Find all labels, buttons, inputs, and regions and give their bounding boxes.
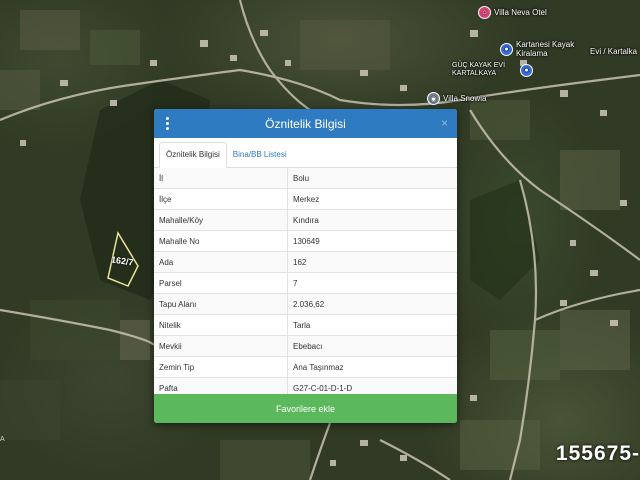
row-key: Zemin Tip — [154, 356, 288, 378]
table-row: Mevkii Ebebacı — [154, 335, 457, 357]
row-value: 2.036,62 — [287, 293, 457, 315]
attribute-info-dialog: Öznitelik Bilgisi × Öznitelik Bilgisi Bi… — [154, 109, 457, 423]
attribute-table: İl Bolu İlçe Merkez Mahalle/Köy Kındıra Mah… — [154, 168, 457, 398]
tab-building-list[interactable]: Bina/BB Listesi — [227, 143, 293, 167]
table-row: Nitelik Tarla — [154, 314, 457, 336]
corner-mark: A — [0, 436, 5, 443]
table-row: Tapu Alanı 2.036,62 — [154, 293, 457, 315]
dialog-title: Öznitelik Bilgisi — [265, 116, 346, 131]
add-to-favorites-button[interactable]: Favorilere ekle — [154, 394, 457, 423]
dialog-header: Öznitelik Bilgisi × — [154, 109, 457, 138]
row-value: Merkez — [287, 188, 457, 210]
shop-icon: ● — [520, 63, 533, 77]
poi-villa-neva-otel[interactable]: ⌂ Villa Neva Otel — [478, 6, 547, 19]
row-value: 130649 — [287, 230, 457, 252]
row-value: Bolu — [287, 168, 457, 189]
row-key: Mahalle/Köy — [154, 209, 288, 231]
table-row: Parsel 7 — [154, 272, 457, 294]
row-key: Mevkii — [154, 335, 288, 357]
row-key: Nitelik — [154, 314, 288, 336]
poi-guc-kayak-evi[interactable]: GÜÇ KAYAK EVİ KARTALKAYA ● — [452, 62, 533, 78]
row-key: Mahalle No — [154, 230, 288, 252]
row-value: 7 — [287, 272, 457, 294]
poi-evi-kartalka[interactable]: Evi / Kartalka — [590, 47, 637, 56]
table-row: Ada 162 — [154, 251, 457, 273]
shop-icon: ● — [500, 42, 513, 56]
row-value: Tarla — [287, 314, 457, 336]
table-row: İlçe Merkez — [154, 188, 457, 210]
kebab-menu-icon[interactable] — [165, 117, 170, 130]
place-icon: ◉ — [427, 92, 440, 105]
row-key: İl — [154, 168, 288, 189]
tab-attribute-info[interactable]: Öznitelik Bilgisi — [159, 142, 227, 168]
poi-kartanesi[interactable]: ● Kartanesi Kayak Kiralama — [500, 40, 586, 58]
table-row: İl Bolu — [154, 168, 457, 189]
hotel-icon: ⌂ — [478, 6, 491, 19]
close-icon[interactable]: × — [441, 116, 448, 130]
table-row: Mahalle No 130649 — [154, 230, 457, 252]
listing-watermark: 155675- — [555, 442, 640, 465]
row-key: İlçe — [154, 188, 288, 210]
row-key: Tapu Alanı — [154, 293, 288, 315]
table-row: Mahalle/Köy Kındıra — [154, 209, 457, 231]
table-row: Zemin Tip Ana Taşınmaz — [154, 356, 457, 378]
row-key: Ada — [154, 251, 288, 273]
row-value: 162 — [287, 251, 457, 273]
row-value: Kındıra — [287, 209, 457, 231]
row-key: Parsel — [154, 272, 288, 294]
row-value: Ana Taşınmaz — [287, 356, 457, 378]
row-value: Ebebacı — [287, 335, 457, 357]
tab-bar: Öznitelik Bilgisi Bina/BB Listesi — [154, 142, 457, 168]
poi-villa-snowia[interactable]: ◉ Villa Snowia — [427, 92, 486, 105]
